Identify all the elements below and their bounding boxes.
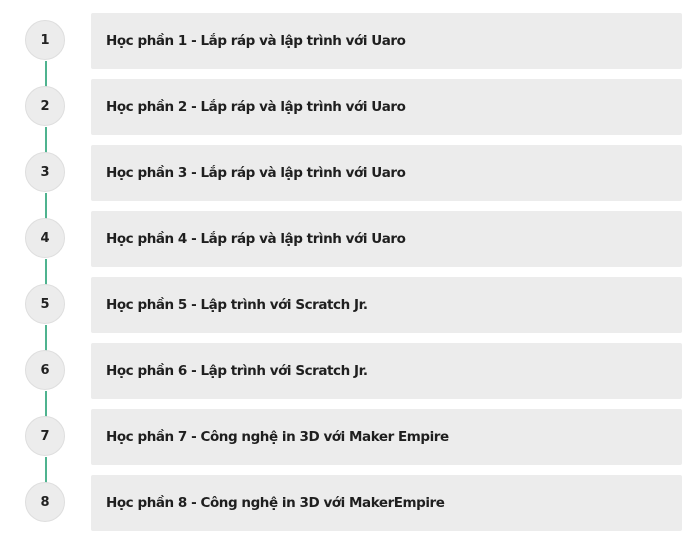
module-title: Học phần 1 - Lắp ráp và lập trình với Ua… bbox=[106, 33, 406, 49]
module-card[interactable]: Học phần 5 - Lập trình với Scratch Jr. bbox=[91, 277, 682, 333]
module-title: Học phần 5 - Lập trình với Scratch Jr. bbox=[106, 297, 368, 313]
module-number-badge[interactable]: 4 bbox=[25, 218, 65, 258]
module-title: Học phần 2 - Lắp ráp và lập trình với Ua… bbox=[106, 99, 406, 115]
module-card[interactable]: Học phần 6 - Lập trình với Scratch Jr. bbox=[91, 343, 682, 399]
module-number-badge[interactable]: 8 bbox=[25, 482, 65, 522]
module-row-7: 7 Học phần 7 - Công nghệ in 3D với Maker… bbox=[0, 409, 682, 465]
module-card[interactable]: Học phần 8 - Công nghệ in 3D với MakerEm… bbox=[91, 475, 682, 531]
module-card[interactable]: Học phần 7 - Công nghệ in 3D với Maker E… bbox=[91, 409, 682, 465]
module-row-5: 5 Học phần 5 - Lập trình với Scratch Jr. bbox=[0, 277, 682, 333]
module-row-2: 2 Học phần 2 - Lắp ráp và lập trình với … bbox=[0, 79, 682, 135]
module-number-badge[interactable]: 5 bbox=[25, 284, 65, 324]
module-card[interactable]: Học phần 3 - Lắp ráp và lập trình với Ua… bbox=[91, 145, 682, 201]
module-row-8: 8 Học phần 8 - Công nghệ in 3D với Maker… bbox=[0, 475, 682, 531]
module-title: Học phần 3 - Lắp ráp và lập trình với Ua… bbox=[106, 165, 406, 181]
module-title: Học phần 8 - Công nghệ in 3D với MakerEm… bbox=[106, 495, 445, 511]
module-number-badge[interactable]: 7 bbox=[25, 416, 65, 456]
module-title: Học phần 7 - Công nghệ in 3D với Maker E… bbox=[106, 429, 449, 445]
module-card[interactable]: Học phần 1 - Lắp ráp và lập trình với Ua… bbox=[91, 13, 682, 69]
module-card[interactable]: Học phần 4 - Lắp ráp và lập trình với Ua… bbox=[91, 211, 682, 267]
module-number-badge[interactable]: 3 bbox=[25, 152, 65, 192]
module-row-1: 1 Học phần 1 - Lắp ráp và lập trình với … bbox=[0, 13, 682, 69]
module-number-badge[interactable]: 6 bbox=[25, 350, 65, 390]
module-title: Học phần 6 - Lập trình với Scratch Jr. bbox=[106, 363, 368, 379]
module-number-badge[interactable]: 1 bbox=[25, 20, 65, 60]
module-timeline: 1 Học phần 1 - Lắp ráp và lập trình với … bbox=[0, 0, 682, 545]
module-card[interactable]: Học phần 2 - Lắp ráp và lập trình với Ua… bbox=[91, 79, 682, 135]
module-row-6: 6 Học phần 6 - Lập trình với Scratch Jr. bbox=[0, 343, 682, 399]
module-number-badge[interactable]: 2 bbox=[25, 86, 65, 126]
module-title: Học phần 4 - Lắp ráp và lập trình với Ua… bbox=[106, 231, 406, 247]
module-row-4: 4 Học phần 4 - Lắp ráp và lập trình với … bbox=[0, 211, 682, 267]
module-row-3: 3 Học phần 3 - Lắp ráp và lập trình với … bbox=[0, 145, 682, 201]
